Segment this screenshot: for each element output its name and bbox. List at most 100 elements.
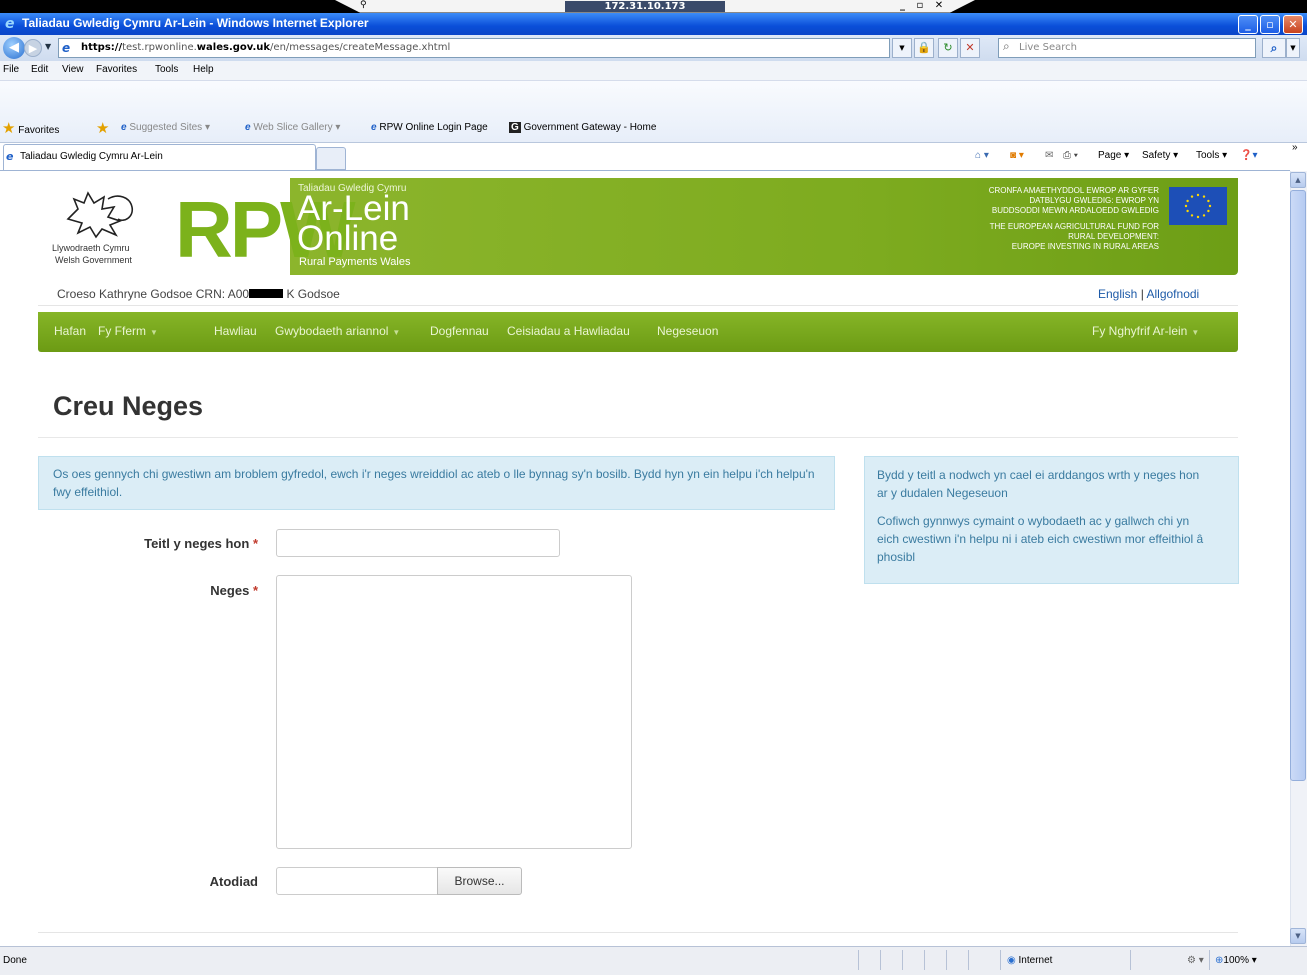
back-button[interactable]: ◀ [3, 37, 25, 59]
title-label-text: Teitl y neges hon [144, 536, 250, 551]
minimize-button[interactable]: _ [1238, 15, 1258, 34]
divider [38, 437, 1238, 438]
lock-icon[interactable]: 🔒 [914, 38, 934, 58]
welsh-dragon-icon [66, 191, 134, 239]
zoom-control[interactable]: ⊕100% ▾ [1215, 955, 1257, 966]
divider [38, 932, 1238, 933]
search-button[interactable]: ⌕ [1262, 38, 1286, 58]
menu-favorites[interactable]: Favorites [96, 64, 137, 75]
suggested-sites-link[interactable]: e Suggested Sites ▾ [121, 122, 210, 133]
eu-en-line: THE EUROPEAN AGRICULTURAL FUND FOR [989, 222, 1159, 231]
scroll-up-button[interactable]: ▲ [1290, 172, 1306, 188]
logout-link[interactable]: Allgofnodi [1147, 287, 1200, 301]
add-favorites-icon[interactable]: ★ [96, 119, 109, 137]
status-text: Done [3, 955, 27, 966]
status-separator [1000, 950, 1001, 970]
address-input[interactable]: https://test.rpwonline.wales.gov.uk/en/m… [58, 38, 890, 58]
rpw-login-link[interactable]: e RPW Online Login Page [371, 122, 488, 133]
nav-account[interactable]: Fy Nghyfrif Ar-lein ▼ [1092, 324, 1199, 338]
logo-subtitle-english: Rural Payments Wales [299, 256, 411, 268]
remote-desktop-controls[interactable]: _ ▫ ✕ [900, 0, 947, 11]
welcome-suffix: K Godsoe [286, 287, 340, 301]
forward-button[interactable]: ▶ [24, 39, 42, 57]
menu-tools[interactable]: Tools [155, 64, 178, 75]
maximize-button[interactable]: ▫ [1260, 15, 1280, 34]
eu-cy-line: CRONFA AMAETHYDDOL EWROP AR GYFER [988, 186, 1159, 195]
nav-negeseuon[interactable]: Negeseuon [657, 324, 718, 338]
browser-tab[interactable]: Taliadau Gwledig Cymru Ar-Lein [3, 144, 316, 170]
recent-pages-dropdown[interactable]: ▼ [45, 42, 51, 51]
window-title: Taliadau Gwledig Cymru Ar-Lein - Windows… [22, 16, 369, 30]
print-icon[interactable]: ⎙ ▾ [1063, 150, 1078, 161]
favorites-button[interactable]: ★ Favorites [2, 119, 59, 137]
search-options-dropdown[interactable]: ▼ [1286, 38, 1300, 58]
eu-cy-line: BUDDSODDI MEWN ARDALOEDD GWLEDIG [991, 206, 1159, 215]
feeds-icon[interactable]: ◙ ▾ [1010, 150, 1024, 161]
web-slice-gallery-label: Web Slice Gallery ▾ [253, 122, 341, 133]
title-label: Teitl y neges hon * [58, 536, 258, 551]
close-button[interactable]: ✕ [1283, 15, 1303, 34]
gov-gateway-link[interactable]: G Government Gateway - Home [509, 122, 656, 133]
new-tab-button[interactable] [316, 147, 346, 170]
stop-icon[interactable]: ✕ [960, 38, 980, 58]
nav-account-label: Fy Nghyfrif Ar-lein [1092, 324, 1188, 338]
nav-ceisiadau[interactable]: Ceisiadau a Hawliadau [507, 324, 630, 338]
eu-en-line: RURAL DEVELOPMENT: [1068, 232, 1159, 241]
search-provider-icon: ⌕ [1003, 39, 1010, 53]
attachment-file-input[interactable] [276, 867, 438, 895]
scroll-thumb[interactable] [1290, 190, 1306, 781]
pin-icon[interactable]: ⚲ [360, 0, 367, 10]
security-zone[interactable]: ◉ Internet [1007, 955, 1052, 966]
english-link[interactable]: English [1098, 287, 1137, 301]
nav-gwybodaeth-label: Gwybodaeth ariannol [275, 324, 389, 338]
status-separator [902, 950, 903, 970]
nav-dogfennau[interactable]: Dogfennau [430, 324, 489, 338]
favorites-label: Favorites [18, 125, 60, 136]
refresh-icon[interactable]: ↻ [938, 38, 958, 58]
menu-file[interactable]: File [3, 64, 19, 75]
tab-label: Taliadau Gwledig Cymru Ar-Lein [20, 151, 163, 162]
message-body-textarea[interactable] [276, 575, 632, 849]
nav-hawliau[interactable]: Hawliau [214, 324, 257, 338]
zoom-level: 100% [1223, 955, 1249, 966]
nav-gwybodaeth-ariannol[interactable]: Gwybodaeth ariannol ▼ [275, 324, 400, 338]
info-right-text-2: Cofiwch gynnwys cymaint o wybodaeth ac y… [877, 514, 1204, 564]
address-dropdown-button[interactable]: ▼ [892, 38, 912, 58]
message-title-input[interactable] [276, 529, 560, 557]
browse-button[interactable]: Browse... [437, 867, 522, 895]
scroll-down-button[interactable]: ▼ [1290, 928, 1306, 944]
eu-fund-welsh: CRONFA AMAETHYDDOL EWROP AR GYFER DATBLY… [905, 186, 1159, 216]
status-separator [946, 950, 947, 970]
status-separator [880, 950, 881, 970]
rpw-login-label: RPW Online Login Page [379, 122, 488, 133]
eu-cy-line: DATBLYGU GWLEDIG: EWROP YN [1029, 196, 1159, 205]
home-icon[interactable]: ⌂ ▾ [975, 150, 989, 161]
nav-fy-fferm[interactable]: Fy Fferm ▼ [98, 324, 158, 338]
url-host-prefix: test.rpwonline. [122, 42, 197, 53]
chevron-down-icon: ▼ [392, 328, 401, 337]
message-label-text: Neges [210, 583, 250, 598]
required-mark: * [252, 536, 258, 551]
zone-label: Internet [1018, 955, 1053, 966]
ie-page-icon: e [371, 122, 377, 133]
required-mark: * [252, 583, 258, 598]
url-scheme: https:// [81, 42, 123, 53]
chevron-down-icon: ▼ [150, 328, 158, 337]
menu-edit[interactable]: Edit [31, 64, 48, 75]
menu-view[interactable]: View [62, 64, 84, 75]
web-slice-gallery-link[interactable]: e Web Slice Gallery ▾ [245, 122, 340, 133]
safety-menu[interactable]: Safety ▾ [1142, 150, 1178, 161]
search-input[interactable]: Live Search [998, 38, 1256, 58]
help-icon[interactable]: ❓▾ [1240, 150, 1257, 161]
more-commands-chevron[interactable]: » [1292, 142, 1298, 153]
ie-page-icon: e [121, 122, 127, 133]
page-menu[interactable]: Page ▾ [1098, 150, 1129, 161]
protected-mode-icon[interactable]: ⚙ ▾ [1187, 955, 1204, 966]
nav-hafan[interactable]: Hafan [54, 324, 86, 338]
info-right-text-1: Bydd y teitl a nodwch yn cael ei arddang… [877, 468, 1200, 500]
gateway-icon: G [509, 122, 521, 133]
status-separator [1130, 950, 1131, 970]
menu-help[interactable]: Help [193, 64, 214, 75]
mail-icon[interactable]: ✉ [1045, 150, 1053, 161]
tools-menu[interactable]: Tools ▾ [1196, 150, 1227, 161]
